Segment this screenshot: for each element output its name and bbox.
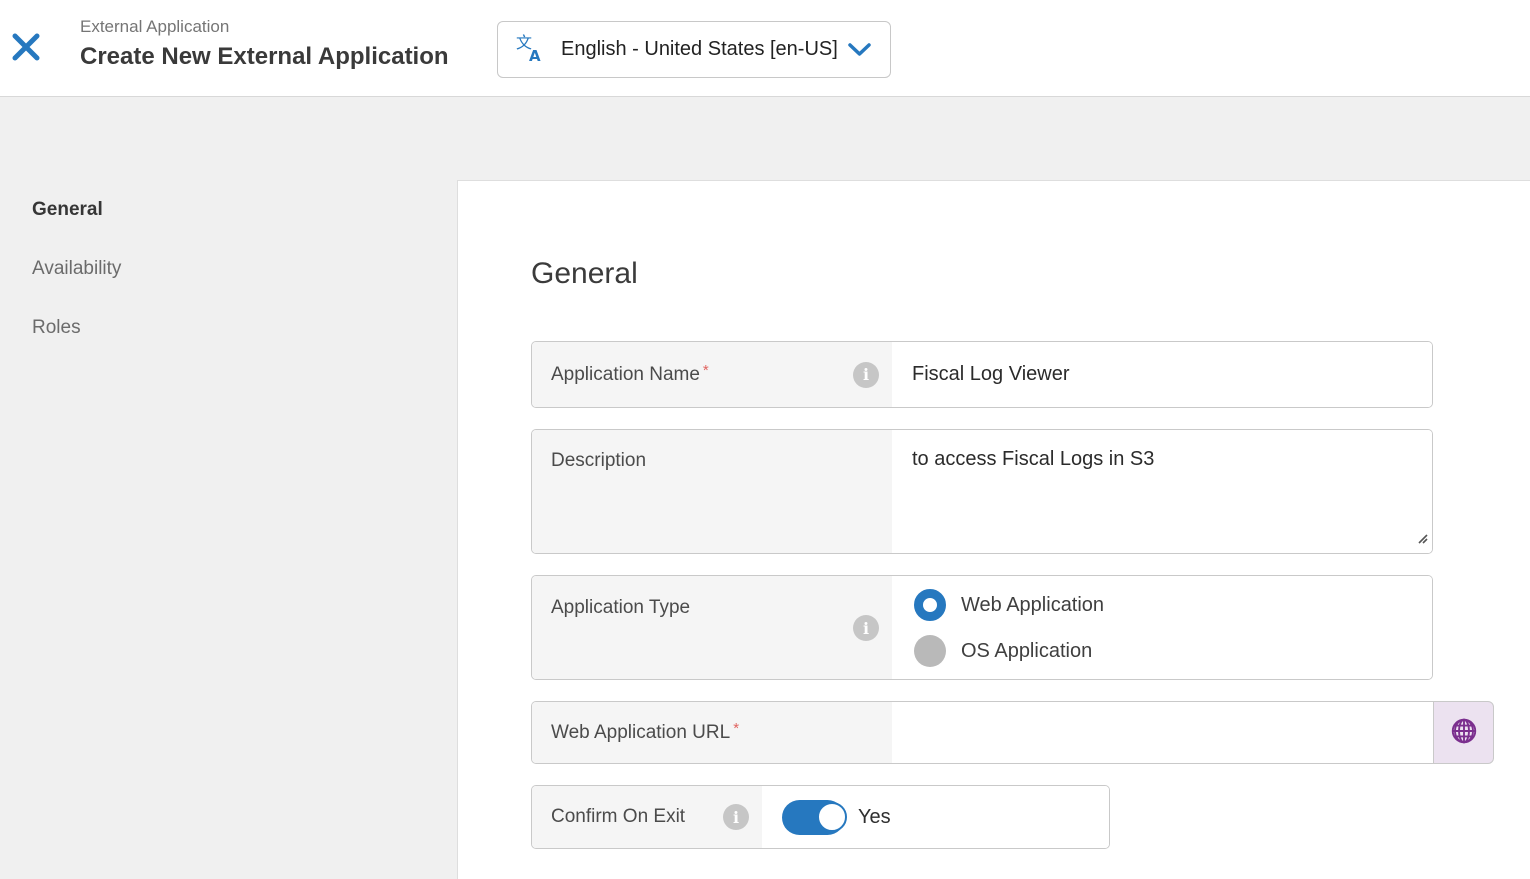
- application-name-input[interactable]: [892, 342, 1432, 407]
- application-type-row: Application Type i Web Application OS Ap…: [531, 575, 1501, 680]
- description-labelcell: Description: [532, 430, 892, 553]
- info-icon[interactable]: i: [853, 362, 879, 388]
- web-application-url-label: Web Application URL*: [551, 722, 739, 744]
- general-form: Application Name* i Description to acces…: [531, 341, 1501, 870]
- radio-web-application[interactable]: Web Application: [914, 589, 1104, 621]
- required-asterisk: *: [703, 362, 709, 379]
- confirm-on-exit-toggle[interactable]: [782, 800, 845, 835]
- info-icon[interactable]: i: [853, 615, 879, 641]
- radio-unselected-icon: [914, 635, 946, 667]
- web-application-url-row: Web Application URL*: [531, 701, 1501, 764]
- sidebar-item-roles[interactable]: Roles: [32, 316, 81, 340]
- close-icon: [9, 30, 43, 67]
- confirm-on-exit-state: Yes: [858, 806, 891, 829]
- description-row: Description to access Fiscal Logs in S3: [531, 429, 1501, 554]
- radio-web-application-label: Web Application: [961, 594, 1104, 617]
- header-subtitle: External Application: [80, 15, 449, 38]
- description-label: Description: [551, 450, 646, 472]
- sidebar-item-availability[interactable]: Availability: [32, 257, 121, 281]
- sidebar-item-general[interactable]: General: [32, 198, 103, 222]
- language-selector[interactable]: 文 A English - United States [en-US]: [497, 21, 891, 78]
- toggle-knob: [817, 802, 847, 832]
- open-url-button[interactable]: [1433, 701, 1494, 764]
- application-type-labelcell: Application Type i: [532, 576, 892, 679]
- required-asterisk: *: [733, 720, 739, 737]
- description-textarea[interactable]: to access Fiscal Logs in S3: [892, 430, 1432, 553]
- radio-os-application-label: OS Application: [961, 640, 1092, 663]
- title-block: External Application Create New External…: [80, 15, 449, 72]
- web-application-url-input[interactable]: [892, 702, 1433, 763]
- radio-selected-icon: [914, 589, 946, 621]
- svg-text:A: A: [529, 47, 541, 63]
- application-name-labelcell: Application Name* i: [532, 342, 892, 407]
- globe-icon: [1446, 713, 1482, 752]
- close-button[interactable]: [6, 28, 46, 68]
- web-application-url-labelcell: Web Application URL*: [532, 702, 892, 763]
- header: External Application Create New External…: [0, 0, 1530, 97]
- general-panel: General Application Name* i Description: [457, 180, 1530, 879]
- radio-os-application[interactable]: OS Application: [914, 635, 1104, 667]
- confirm-on-exit-labelcell: Confirm On Exit i: [532, 786, 762, 848]
- page-title: Create New External Application: [80, 41, 449, 72]
- application-name-row: Application Name* i: [531, 341, 1501, 408]
- confirm-on-exit-label: Confirm On Exit: [551, 806, 685, 828]
- confirm-on-exit-row: Confirm On Exit i Yes: [531, 785, 1501, 849]
- application-type-label: Application Type: [551, 597, 690, 619]
- chevron-down-icon: [847, 42, 872, 57]
- translate-icon: 文 A: [516, 33, 546, 66]
- section-heading: General: [531, 257, 638, 291]
- language-selector-value: English - United States [en-US]: [561, 38, 838, 61]
- info-icon[interactable]: i: [723, 804, 749, 830]
- application-name-label: Application Name*: [551, 364, 709, 386]
